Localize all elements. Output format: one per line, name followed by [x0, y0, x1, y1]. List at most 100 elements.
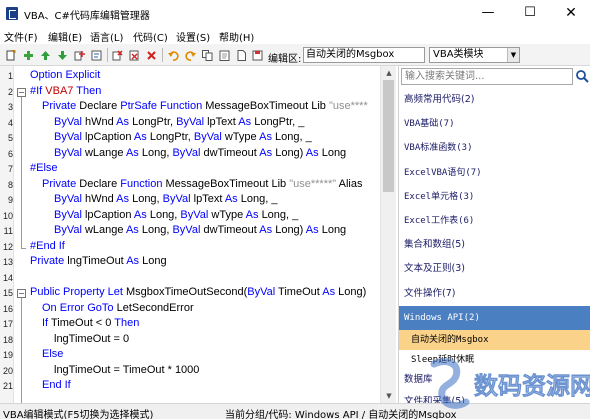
close-button[interactable]: ✕ [551, 3, 590, 23]
category-item[interactable]: 数据库 [399, 368, 590, 392]
code-token: Private [42, 100, 80, 112]
line-number: 8 [7, 179, 13, 190]
code-editor[interactable]: 1 2 3 4 5 6 7 8 9 10 11 12 13 14 15 16 17 18 19 20 21 Option … [0, 66, 380, 403]
chevron-down-icon[interactable]: ▼ [507, 48, 519, 62]
code-token: As [259, 224, 276, 236]
line-number: 21 [2, 381, 13, 391]
code-token: Private [42, 177, 80, 190]
arrow-down-icon[interactable] [57, 50, 68, 61]
code-token: ByVal [193, 131, 225, 143]
line-number: 13 [2, 257, 13, 267]
search-icon[interactable] [575, 68, 590, 85]
code-token: Long, _ [240, 193, 278, 205]
menu-edit[interactable]: 编辑(E) [48, 29, 82, 44]
menu-help[interactable]: 帮助(H) [219, 29, 254, 44]
rename-icon[interactable] [91, 50, 102, 61]
fold-guide [21, 96, 22, 248]
add-green-icon[interactable] [23, 50, 34, 61]
undo-icon[interactable] [168, 50, 179, 61]
category-item[interactable]: ExcelVBA语句(7) [399, 161, 590, 185]
line-number: 14 [2, 272, 13, 283]
code-token: As [116, 115, 133, 128]
code-token: #End If [30, 239, 65, 252]
toolbar-separator [107, 48, 108, 62]
scroll-up-icon[interactable]: ▲ [381, 66, 397, 80]
menu-code[interactable]: 代码(C) [133, 29, 168, 44]
search-input[interactable]: 输入搜索关键词... [401, 68, 573, 85]
code-token: dwTimeout [203, 224, 260, 236]
app-icon [6, 7, 18, 20]
delete-icon[interactable] [129, 50, 140, 61]
new-file-icon[interactable] [5, 50, 16, 61]
redo-icon[interactable] [185, 50, 196, 61]
code-token: LongPtr, _ [254, 115, 305, 128]
scroll-thumb[interactable] [383, 80, 394, 192]
menu-language[interactable]: 语言(L) [90, 29, 123, 44]
code-token: Long [142, 255, 167, 267]
code-item[interactable]: Sleep延时休眠 [399, 350, 590, 370]
line-number: 15 [2, 288, 13, 298]
code-token: As [238, 115, 255, 128]
code-token: Long, [132, 193, 163, 205]
paste-icon[interactable] [219, 50, 230, 61]
code-token: Long [321, 224, 347, 236]
line-number: 19 [2, 350, 13, 360]
code-line: ByVal hWnd As LongPtr, ByVal lpText As L… [54, 116, 304, 128]
copy-icon[interactable] [202, 50, 213, 61]
code-line: #End If [30, 240, 65, 252]
menu-file[interactable]: 文件(F) [4, 29, 38, 44]
add-code-icon[interactable] [74, 50, 85, 61]
module-select[interactable]: VBA类模块 ▼ [429, 47, 520, 63]
category-item[interactable]: 文件和采集(5) [399, 390, 590, 403]
scroll-down-icon[interactable]: ▼ [381, 389, 397, 403]
editor-scrollbar[interactable]: ▲ ▼ [380, 66, 396, 403]
code-token: MessageBoxTimeout Lib [165, 177, 290, 190]
code-token: ByVal [54, 146, 85, 159]
category-item[interactable]: Windows API(2) [399, 305, 590, 330]
line-number: 17 [2, 319, 13, 329]
code-item[interactable]: 自动关闭的Msgbox [399, 330, 590, 350]
delete-x-icon[interactable] [146, 50, 157, 61]
code-line: End If [42, 379, 71, 391]
category-item[interactable]: 高频常用代码(2) [399, 88, 590, 112]
code-line: Private lngTimeOut As Long [30, 255, 167, 267]
delete-red-icon[interactable] [112, 50, 123, 61]
category-item[interactable]: VBA基础(7) [399, 112, 590, 136]
maximize-button[interactable]: ☐ [510, 3, 550, 23]
code-token: hWnd [84, 193, 117, 205]
code-token: #If [30, 84, 46, 97]
code-token: Option Explicit [30, 69, 101, 81]
code-token: wLange [84, 146, 126, 159]
code-token: As [305, 146, 322, 159]
module-select-value: VBA类模块 [433, 49, 484, 60]
code-line: ByVal wLange As Long, ByVal dwTimeout As… [54, 224, 346, 236]
category-item[interactable]: Excel单元格(3) [399, 185, 590, 209]
fold-toggle-icon[interactable]: − [17, 87, 26, 97]
fold-toggle-icon[interactable]: − [17, 289, 26, 298]
code-token: As [126, 255, 143, 267]
document-icon[interactable] [236, 50, 247, 61]
line-number: 4 [7, 117, 13, 128]
code-token: TimeOut < 0 [50, 317, 115, 329]
save-icon[interactable] [252, 50, 263, 61]
code-token: Then [73, 84, 102, 97]
category-item[interactable]: 文本及正则(3) [399, 257, 590, 281]
minimize-button[interactable]: — [468, 3, 508, 23]
category-item[interactable]: Excel工作表(6) [399, 209, 590, 233]
code-token: As [116, 193, 133, 205]
code-token: hWnd [84, 115, 117, 128]
code-token: TimeOut [278, 286, 323, 298]
title-bar: VBA、C#代码库编辑管理器 — ☐ ✕ [0, 0, 590, 28]
category-item[interactable]: 集合和数组(5) [399, 233, 590, 257]
code-line: On Error GoTo LetSecondError [42, 302, 194, 314]
code-token: Long, _ [275, 131, 312, 143]
category-item[interactable]: 文件操作(7) [399, 282, 590, 306]
edit-area-field[interactable]: 自动关闭的Msgbox [303, 47, 425, 63]
arrow-up-icon[interactable] [40, 50, 51, 61]
code-token: #Else [30, 162, 58, 174]
line-number: 1 [7, 71, 13, 81]
menu-settings[interactable]: 设置(S) [176, 29, 210, 44]
category-item[interactable]: VBA标准函数(3) [399, 136, 590, 160]
code-token: As [125, 224, 142, 236]
code-line: lngTimeOut = 0 [54, 333, 129, 345]
